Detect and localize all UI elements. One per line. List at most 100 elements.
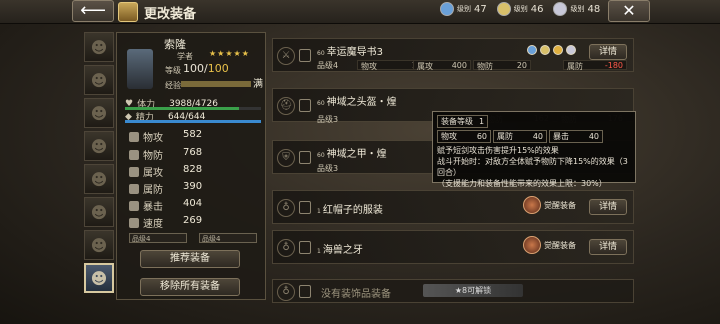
exp-bar: [181, 81, 251, 87]
equip-stat: 属攻 400: [413, 60, 471, 71]
awaken-item-icon: [523, 236, 541, 254]
recommend-equipment-button[interactable]: 推荐装备: [140, 250, 240, 268]
speed-icon: [129, 218, 139, 228]
hero-portrait[interactable]: ☻: [84, 230, 114, 260]
equip-stat-label: 物防: [477, 62, 493, 71]
grade-badge: 品级3: [317, 163, 339, 173]
equip-name: 1 红帽子的服装: [317, 201, 383, 216]
critical-icon: [129, 201, 139, 211]
gem-icon: [527, 45, 537, 55]
tooltip-stat: 物攻 60: [437, 130, 491, 143]
lock-icon[interactable]: [299, 285, 311, 298]
helmet-slot-icon: ⛑: [277, 97, 295, 115]
stone-counter: 级别 48: [553, 2, 600, 16]
equip-name-text: 神域之头盔・煌: [326, 97, 397, 108]
stat-value: 582: [183, 129, 203, 140]
detail-button[interactable]: 详情: [589, 239, 627, 255]
tooltip-level-label: 装备等级: [441, 117, 473, 126]
stat-label: 速度: [143, 219, 163, 230]
top-bar: ⟵ 更改装备 级别 47 级别 46 级别 48 ✕: [0, 0, 720, 24]
level-current: 100: [183, 62, 204, 75]
stat-label: 属防: [143, 185, 163, 196]
stone-value: 46: [530, 3, 544, 15]
grade-badge: 品级3: [317, 114, 339, 124]
tooltip-header: 装备等级 1: [437, 115, 631, 128]
tooltip-level-box: 装备等级 1: [437, 115, 489, 128]
equip-row[interactable]: ♁ 1 红帽子的服装 觉醒装备 详情: [272, 190, 634, 224]
magic-attack-icon: [129, 167, 139, 177]
tooltip-stat-value: 40: [588, 132, 599, 141]
hero-portrait[interactable]: ☻: [84, 131, 114, 161]
stat-label: 物攻: [143, 133, 163, 144]
detail-button[interactable]: 详情: [589, 199, 627, 215]
equip-name: 60 神域之甲・煌: [317, 145, 387, 160]
equipment-icon: [118, 2, 138, 22]
close-button[interactable]: ✕: [608, 0, 650, 22]
level-max: 100: [207, 62, 229, 75]
accessory-slot-icon: ♁: [277, 283, 295, 301]
stat-row: 物攻 582: [129, 129, 223, 144]
hero-portrait[interactable]: ☻: [84, 164, 114, 194]
hero-portrait[interactable]: ☻: [84, 98, 114, 128]
stat-row: 物防 768: [129, 147, 223, 162]
tooltip-line: （支援能力和装备性能带来的效果上限：30%）: [437, 179, 607, 188]
equip-level: 1: [317, 208, 321, 215]
equip-stat: 属防 -180: [563, 60, 627, 71]
lock-icon[interactable]: [299, 151, 311, 164]
equip-row[interactable]: ♁ 1 海兽之牙 觉醒装备 详情: [272, 230, 634, 264]
lock-icon[interactable]: [299, 201, 311, 214]
empty-text: 没有装饰品装备: [321, 289, 391, 300]
stone-value: 47: [474, 3, 487, 15]
stone-counter: 级别 47: [440, 2, 487, 16]
tooltip-stats: 物攻 60 属防 40 暴击 40: [437, 130, 631, 143]
weapon-slot-icon: ⚔: [277, 47, 295, 65]
page-title: 更改装备: [144, 6, 197, 22]
equip-stat-value: 400: [451, 61, 467, 70]
stat-value: 269: [183, 215, 203, 226]
level-label: 等级: [165, 66, 181, 75]
hero-portrait[interactable]: ☻: [84, 197, 114, 227]
accessory-slot-icon: ♁: [277, 239, 295, 257]
accessory-slot-icon: ♁: [277, 199, 295, 217]
hero-sprite: [127, 49, 153, 89]
equip-name-text: 神域之甲・煌: [326, 149, 387, 160]
mp-bar: [125, 120, 261, 123]
lock-icon[interactable]: [299, 49, 311, 62]
tooltip-stat-label: 物攻: [441, 132, 457, 141]
equip-stat: 物防 20: [473, 60, 531, 71]
stat-label: 物防: [143, 151, 163, 162]
hero-portrait[interactable]: ☻: [84, 32, 114, 62]
stat-label: 属攻: [143, 168, 163, 179]
lock-icon[interactable]: [299, 99, 311, 112]
awaken-tag: 觉醒装备: [523, 196, 576, 214]
equip-tooltip: 装备等级 1 物攻 60 属防 40 暴击 40 赋予短剑攻击伤害提升15%的效果 战斗…: [432, 111, 636, 188]
stone-label: 级别: [457, 5, 471, 13]
equip-stat-label: 属攻: [417, 62, 433, 71]
remove-all-equipment-button[interactable]: 移除所有装备: [140, 278, 240, 296]
hero-name: 索隆: [164, 38, 186, 51]
stone-icon: [553, 2, 568, 16]
equip-stat-value: 20: [516, 61, 527, 70]
equip-name: 60 幸运魔导书3: [317, 43, 383, 58]
empty-decoration-row[interactable]: ♁ 没有装饰品装备 ★8可解锁: [272, 279, 634, 303]
unlock-badge: ★8可解锁: [423, 284, 523, 297]
tooltip-stat: 属防 40: [493, 130, 547, 143]
close-icon: ✕: [622, 1, 636, 20]
equip-level: 60: [317, 50, 325, 57]
stone-icon: [496, 2, 511, 16]
awaken-label: 觉醒装备: [544, 200, 576, 210]
stone-value: 48: [587, 3, 601, 15]
lock-icon[interactable]: [299, 241, 311, 254]
back-button[interactable]: ⟵: [72, 0, 114, 22]
hero-portrait[interactable]: ☻: [84, 65, 114, 95]
equip-name: 1 海兽之牙: [317, 241, 363, 256]
stat-row: 速度 269: [129, 215, 223, 230]
stat-label: 暴击: [143, 202, 163, 213]
detail-button[interactable]: 详情: [589, 44, 627, 60]
hero-portrait-selected[interactable]: ☻: [84, 263, 114, 293]
equip-row[interactable]: ⚔ 60幸运魔导书3 详情 品级4 物攻172 属攻400 物防20 属防-18…: [272, 38, 634, 72]
stat-value: 828: [183, 164, 203, 175]
equip-name-text: 幸运魔导书3: [326, 47, 384, 58]
stat-row: 属防 390: [129, 181, 223, 196]
equip-name: 60 神域之头盔・煌: [317, 93, 397, 108]
